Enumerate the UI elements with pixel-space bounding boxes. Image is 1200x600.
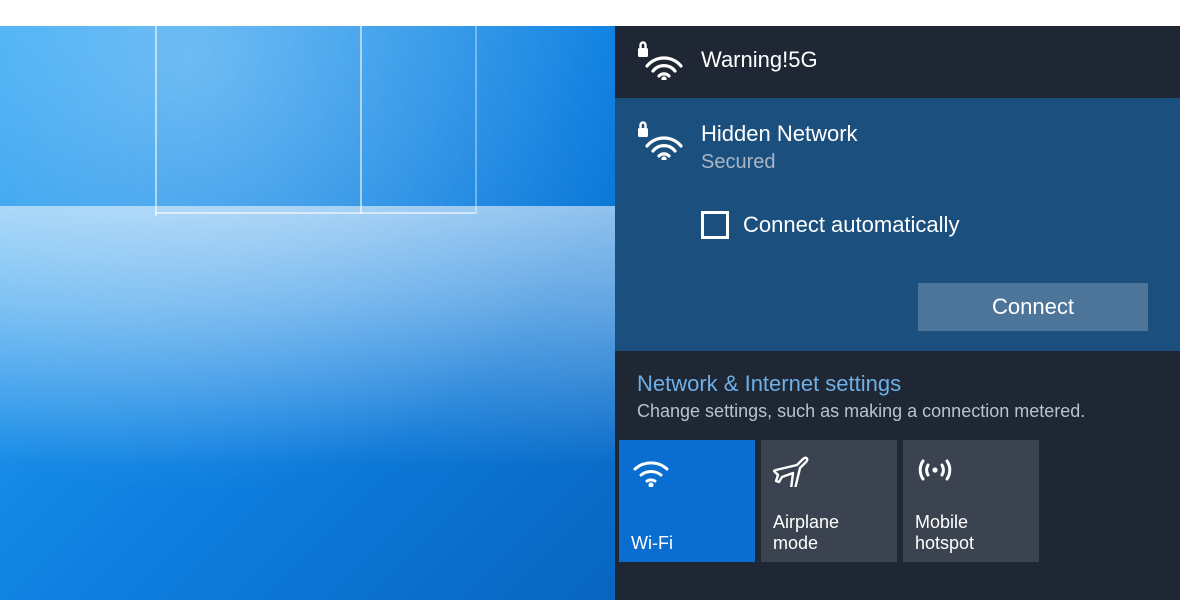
network-settings-title: Network & Internet settings (637, 371, 1158, 397)
wifi-network-item-selected[interactable]: Hidden Network Secured Connect automatic… (615, 98, 1180, 351)
wifi-network-item[interactable]: Warning!5G (615, 26, 1180, 98)
connect-automatically-checkbox[interactable] (701, 211, 729, 239)
network-settings-link[interactable]: Network & Internet settings Change setti… (615, 351, 1180, 440)
wifi-tile[interactable]: Wi-Fi (619, 440, 755, 562)
wifi-status: Secured (701, 150, 858, 175)
connect-automatically-row[interactable]: Connect automatically (637, 193, 1158, 247)
wifi-ssid: Hidden Network (701, 120, 858, 148)
connect-button[interactable]: Connect (918, 283, 1148, 331)
connect-button-label: Connect (992, 294, 1074, 320)
network-settings-subtitle: Change settings, such as making a connec… (637, 401, 1158, 422)
mobile-hotspot-tile[interactable]: Mobile hotspot (903, 440, 1039, 562)
wifi-icon (631, 450, 743, 490)
desktop-wallpaper (0, 26, 615, 600)
wifi-ssid: Warning!5G (701, 46, 818, 74)
network-flyout: Warning!5G Hidden Network Se (615, 26, 1180, 600)
connect-automatically-label: Connect automatically (743, 212, 959, 238)
hotspot-icon (915, 450, 1027, 490)
airplane-mode-tile[interactable]: Airplane mode (761, 440, 897, 562)
airplane-icon (773, 450, 885, 490)
tile-label: Wi-Fi (631, 533, 743, 554)
wifi-secured-icon (637, 120, 683, 160)
wifi-secured-icon (637, 40, 683, 80)
tile-label: Mobile hotspot (915, 512, 1027, 553)
quick-action-tiles: Wi-Fi Airplane mode (615, 440, 1180, 562)
tile-label: Airplane mode (773, 512, 885, 553)
